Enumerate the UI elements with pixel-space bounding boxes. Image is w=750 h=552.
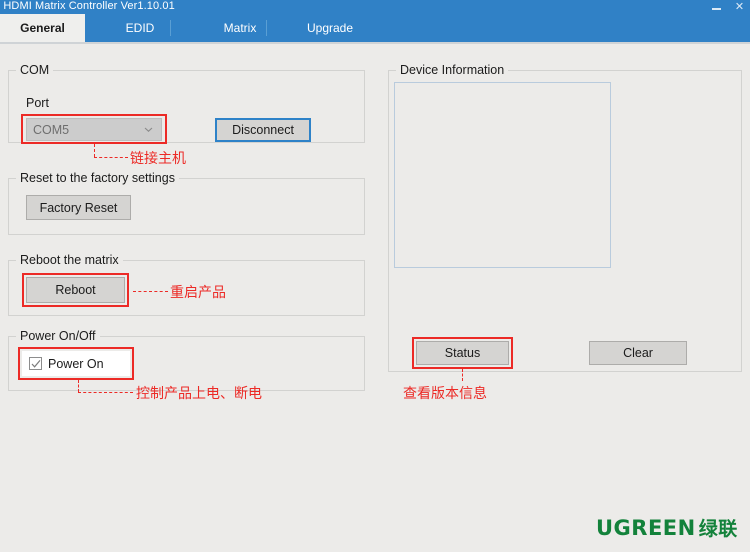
device-information-textarea[interactable] <box>394 82 611 268</box>
application-window: 4 HDMI Matrix Controller Ver1.10.01 ✕ Ge… <box>0 0 750 552</box>
factory-reset-button[interactable]: Factory Reset <box>26 195 131 220</box>
chevron-down-icon <box>144 125 153 134</box>
checkbox-box-icon <box>29 357 42 370</box>
ugreen-logo-text: UGREEN <box>596 516 696 540</box>
textarea-scroll-edge <box>610 83 611 267</box>
close-icon: ✕ <box>735 2 744 13</box>
reboot-button-label: Reboot <box>55 283 95 297</box>
reboot-group-title: Reboot the matrix <box>16 253 123 267</box>
com-annotation-connector-horizontal <box>94 157 128 158</box>
clear-button-label: Clear <box>623 346 653 360</box>
factory-reset-button-label: Factory Reset <box>40 201 118 215</box>
tab-general[interactable]: General <box>0 14 85 42</box>
tab-edid-label: EDID <box>126 21 155 35</box>
tab-matrix-label: Matrix <box>224 21 257 35</box>
window-title: 4 HDMI Matrix Controller Ver1.10.01 <box>0 0 175 13</box>
power-annotation-connector-vertical <box>78 380 79 392</box>
port-label: Port <box>26 96 49 110</box>
tab-general-label: General <box>20 21 65 35</box>
tab-bar: General EDID Matrix Upgrade <box>0 14 750 42</box>
power-group-title: Power On/Off <box>16 329 100 343</box>
status-annotation-text: 查看版本信息 <box>403 383 487 403</box>
ugreen-logo: UGREEN绿联 <box>596 514 738 541</box>
disconnect-button-label: Disconnect <box>232 123 294 137</box>
port-select[interactable]: COM5 <box>26 118 162 141</box>
tab-upgrade[interactable]: Upgrade <box>285 14 375 42</box>
check-mark-icon <box>31 359 41 369</box>
tab-edid[interactable]: EDID <box>85 14 195 42</box>
main-content: COM Port COM5 Disconnect 链接主机 Reset to t… <box>0 44 750 552</box>
port-select-value: COM5 <box>33 123 69 137</box>
title-bar: 4 HDMI Matrix Controller Ver1.10.01 ✕ <box>0 0 750 14</box>
status-button[interactable]: Status <box>416 341 509 365</box>
close-button[interactable]: ✕ <box>733 1 746 14</box>
reboot-annotation-text: 重启产品 <box>170 282 226 302</box>
factory-reset-group-title: Reset to the factory settings <box>16 171 179 185</box>
com-group-title: COM <box>16 63 53 77</box>
minimize-button[interactable] <box>710 1 723 14</box>
minimize-icon <box>712 8 721 10</box>
power-on-label: Power On <box>48 357 104 371</box>
power-on-checkbox[interactable]: Power On <box>22 351 130 376</box>
reboot-button[interactable]: Reboot <box>26 277 125 303</box>
ugreen-logo-text-cn: 绿联 <box>699 518 738 540</box>
com-annotation-text: 链接主机 <box>130 148 186 168</box>
power-annotation-text: 控制产品上电、断电 <box>136 383 262 403</box>
power-annotation-connector-horizontal <box>78 392 133 393</box>
com-annotation-connector-vertical <box>94 144 95 157</box>
reboot-annotation-connector <box>133 291 168 292</box>
window-controls: ✕ <box>710 0 746 14</box>
status-annotation-connector <box>462 369 463 381</box>
clear-button[interactable]: Clear <box>589 341 687 365</box>
tab-upgrade-label: Upgrade <box>307 21 353 35</box>
device-information-group-title: Device Information <box>396 63 508 77</box>
status-button-label: Status <box>445 346 480 360</box>
disconnect-button[interactable]: Disconnect <box>215 118 311 142</box>
tab-matrix[interactable]: Matrix <box>195 14 285 42</box>
